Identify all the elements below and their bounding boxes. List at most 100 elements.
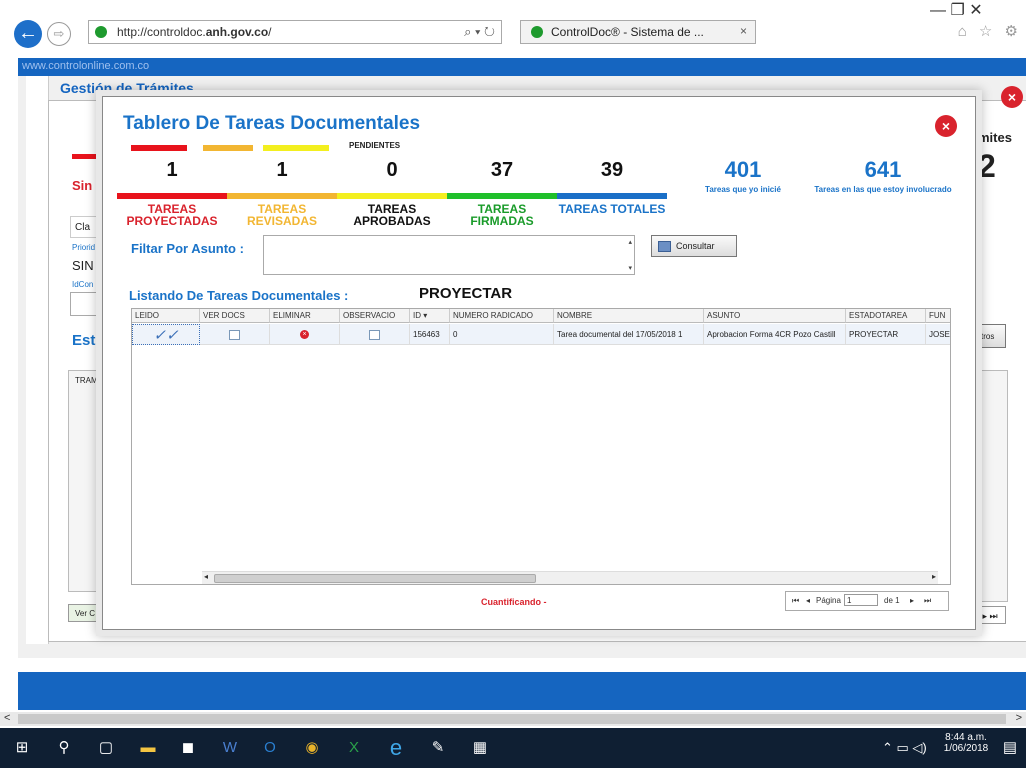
ver-docs-icon[interactable] — [229, 329, 240, 340]
cell-leido-icon[interactable]: ✓✓ — [132, 324, 200, 345]
pager-page-input[interactable]: 1 — [844, 594, 878, 606]
label-firmadas[interactable]: TAREAS FIRMADAS — [447, 203, 557, 227]
cell-observacion[interactable] — [340, 324, 410, 345]
label-totales[interactable]: TAREAS TOTALES — [557, 203, 667, 215]
scroll-left-icon[interactable]: < — [4, 712, 10, 724]
bar-totales — [557, 193, 667, 199]
tab-title: ControlDoc® - Sistema de ... — [551, 25, 704, 39]
modal-title: Tablero De Tareas Documentales — [123, 113, 421, 134]
pager: ⏮ ◂ Página 1 de 1 ▸ ⏭ — [785, 591, 949, 611]
background-close-icon[interactable]: × — [1001, 86, 1023, 108]
scroll-thumb[interactable] — [18, 714, 1006, 724]
app-icon[interactable]: ✎ — [426, 736, 450, 760]
bg-right-label: mites — [978, 130, 1012, 145]
col-ver-docs[interactable]: VER DOCS — [200, 309, 270, 323]
address-bar[interactable]: http://controldoc.anh.gov.co/ ⌕ ▾ ↻ — [88, 20, 502, 44]
bg-left-grid: TRAM — [68, 370, 106, 592]
col-asunto[interactable]: ASUNTO — [704, 309, 846, 323]
status-text: Cuantificando - — [481, 597, 547, 607]
clock[interactable]: 8:44 a.m. 1/06/2018 — [940, 732, 992, 754]
col-nombre[interactable]: NOMBRE — [554, 309, 704, 323]
cell-id: 156463 — [410, 324, 450, 345]
cell-eliminar[interactable]: × — [270, 324, 340, 345]
col-fun[interactable]: FUN — [926, 309, 950, 323]
clock-time: 8:44 a.m. — [945, 732, 987, 743]
word-icon[interactable]: W — [218, 736, 242, 760]
col-estadotarea[interactable]: ESTADOTAREA — [846, 309, 926, 323]
label-revisadas[interactable]: TAREAS REVISADAS — [227, 203, 337, 227]
file-explorer-icon[interactable]: ▬ — [136, 736, 160, 760]
grid-scroll-left-icon[interactable]: ◂ — [204, 572, 208, 581]
toolbar-icons[interactable]: ⌂ ☆ ⚙ — [958, 22, 1022, 40]
delete-icon[interactable]: × — [300, 330, 309, 340]
col-numero-radicado[interactable]: NUMERO RADICADO — [450, 309, 554, 323]
internet-explorer-icon[interactable]: e — [384, 736, 408, 760]
cell-ver-docs[interactable] — [200, 324, 270, 345]
filter-asunto-textarea[interactable]: ▴ ▾ — [263, 235, 635, 275]
store-icon[interactable]: ◼ — [176, 736, 200, 760]
outlook-icon[interactable]: O — [258, 736, 282, 760]
observacion-icon[interactable] — [369, 329, 380, 340]
bg-input[interactable] — [70, 292, 104, 316]
window-controls[interactable]: — ❐ ✕ — [930, 0, 983, 20]
clock-date: 1/06/2018 — [943, 743, 989, 754]
grid-scroll-right-icon[interactable]: ▸ — [932, 572, 936, 581]
task-dashboard-modal: Tablero De Tareas Documentales × PENDIEN… — [102, 96, 976, 630]
back-button[interactable]: ← — [14, 20, 42, 48]
excel-icon[interactable]: X — [342, 736, 366, 760]
search-refresh-icons[interactable]: ⌕ ▾ ↻ — [464, 24, 495, 40]
windows-taskbar: ⊞ ⚲ ▢ ▬ ◼ W O ◉ X e ✎ ▦ ⌃ ▭ ◁) 8:44 a.m.… — [0, 728, 1026, 768]
chrome-icon[interactable]: ◉ — [300, 736, 324, 760]
browser-toolbar: ← ⇨ http://controldoc.anh.gov.co/ ⌕ ▾ ↻ … — [0, 0, 1026, 52]
bg-ver-button[interactable]: Ver C — [68, 604, 104, 622]
consultar-icon — [658, 241, 671, 252]
bg-right-number: 2 — [978, 148, 996, 184]
pager-prev-icon[interactable]: ◂ — [806, 592, 810, 610]
bar-revisadas — [227, 193, 337, 199]
count-proyectadas: 1 — [166, 159, 178, 181]
label-involucrado[interactable]: Tareas en las que estoy involucrado — [803, 185, 963, 194]
start-icon[interactable]: ⊞ — [10, 736, 34, 760]
label-aprobadas[interactable]: TAREAS APROBADAS — [337, 203, 447, 227]
calculator-icon[interactable]: ▦ — [468, 736, 492, 760]
browser-tab[interactable]: ControlDoc® - Sistema de ... × — [520, 20, 756, 44]
bg-text-idcon: IdCon — [72, 280, 94, 289]
bg-right-button[interactable]: tros — [974, 324, 1006, 348]
label-proyectadas[interactable]: TAREAS PROYECTADAS — [117, 203, 227, 227]
pager-next-icon[interactable]: ▸ — [910, 592, 914, 610]
col-id[interactable]: ID ▾ — [410, 309, 450, 323]
pager-of-label: de 1 — [884, 596, 900, 605]
address-url: http://controldoc.anh.gov.co/ — [117, 25, 272, 39]
notifications-icon[interactable]: ▤ — [998, 736, 1022, 760]
search-icon[interactable]: ⚲ — [52, 736, 76, 760]
bar-firmadas — [447, 193, 557, 199]
top-bar-red — [131, 145, 187, 151]
count-involucrado: 641 — [864, 157, 902, 182]
pager-page-label: Página — [816, 596, 841, 605]
label-iniciadas[interactable]: Tareas que yo inicié — [683, 185, 803, 194]
col-leido[interactable]: LEIDO — [132, 309, 200, 323]
tab-close-icon[interactable]: × — [740, 24, 747, 38]
grid-scroll-thumb[interactable] — [214, 574, 536, 583]
scroll-right-icon[interactable]: > — [1016, 712, 1022, 724]
bg-right-pager[interactable]: ▸ ⏭ — [974, 606, 1006, 624]
pager-last-icon[interactable]: ⏭ — [924, 592, 931, 610]
col-observacion[interactable]: OBSERVACIO — [340, 309, 410, 323]
forward-button[interactable]: ⇨ — [47, 22, 71, 46]
page-horizontal-scrollbar[interactable]: < > — [0, 712, 1026, 726]
site-link[interactable]: www.controlonline.com.co — [22, 60, 149, 72]
site-header-bar: www.controlonline.com.co — [18, 58, 1026, 76]
grid-horizontal-scrollbar[interactable]: ◂ ▸ — [202, 571, 938, 584]
task-view-icon[interactable]: ▢ — [94, 736, 118, 760]
textarea-scroll-down-icon[interactable]: ▾ — [628, 264, 632, 272]
count-aprobadas: 0 — [386, 159, 398, 181]
textarea-scroll-up-icon[interactable]: ▴ — [628, 238, 632, 246]
pager-first-icon[interactable]: ⏮ — [792, 592, 799, 610]
system-tray-icons[interactable]: ⌃ ▭ ◁) — [882, 740, 927, 756]
col-eliminar[interactable]: ELIMINAR — [270, 309, 340, 323]
consultar-button[interactable]: Consultar — [651, 235, 737, 257]
bg-field-cla[interactable]: Cla — [70, 216, 102, 238]
bg-right-grid — [974, 370, 1008, 602]
bg-text-sin-2: SIN — [72, 258, 94, 273]
modal-close-icon[interactable]: × — [935, 115, 957, 137]
